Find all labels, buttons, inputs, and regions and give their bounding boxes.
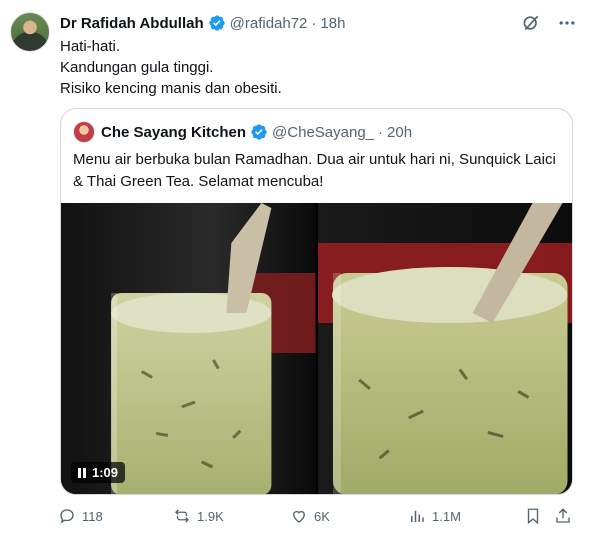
duration-label: 1:09 bbox=[92, 465, 119, 480]
tweet-line: Risiko kencing manis dan obesiti. bbox=[60, 80, 282, 97]
action-bar: 118 1.9K 6K 1.1M bbox=[58, 505, 578, 527]
repost-button[interactable]: 1.9K bbox=[173, 505, 224, 527]
tweet-line: Hati-hati. bbox=[60, 38, 121, 55]
like-count: 6K bbox=[314, 508, 330, 524]
bookmark-button[interactable] bbox=[524, 505, 542, 527]
reply-icon bbox=[60, 509, 74, 524]
separator-dot: · bbox=[378, 123, 384, 141]
quoted-avatar[interactable] bbox=[73, 121, 95, 143]
video-frame-right[interactable] bbox=[317, 203, 572, 494]
views-icon bbox=[411, 510, 424, 522]
like-icon bbox=[293, 510, 305, 523]
video-media[interactable]: 1:09 bbox=[61, 203, 572, 494]
reply-button[interactable]: 118 bbox=[58, 505, 103, 527]
quoted-tweet[interactable]: Che Sayang Kitchen @CheSayang_ · 20h Men… bbox=[60, 108, 573, 495]
tweet-header: Dr Rafidah Abdullah @rafidah72 · 18h bbox=[60, 12, 345, 34]
tweet-time[interactable]: 18h bbox=[320, 15, 345, 32]
separator-dot: · bbox=[311, 14, 317, 32]
reply-count: 118 bbox=[82, 508, 103, 524]
author-avatar[interactable] bbox=[10, 12, 50, 52]
quoted-text: Menu air berbuka bulan Ramadhan. Dua air… bbox=[73, 151, 556, 190]
quoted-author-name[interactable]: Che Sayang Kitchen bbox=[101, 124, 246, 141]
header-actions bbox=[520, 12, 578, 34]
tweet-body: Hati-hati. Kandungan gula tinggi. Risiko… bbox=[60, 36, 282, 99]
share-button[interactable] bbox=[554, 505, 572, 527]
drink-image bbox=[61, 203, 316, 494]
views-count: 1.1M bbox=[432, 508, 461, 524]
repost-count: 1.9K bbox=[197, 508, 224, 524]
share-icon bbox=[556, 508, 570, 523]
quoted-author-handle[interactable]: @CheSayang_ bbox=[272, 124, 374, 141]
like-button[interactable]: 6K bbox=[290, 505, 330, 527]
quoted-header: Che Sayang Kitchen @CheSayang_ · 20h bbox=[73, 121, 412, 143]
pause-icon[interactable] bbox=[78, 467, 86, 478]
views-button[interactable]: 1.1M bbox=[408, 505, 461, 527]
grok-icon[interactable] bbox=[520, 12, 542, 34]
author-name[interactable]: Dr Rafidah Abdullah bbox=[60, 15, 204, 32]
drink-image bbox=[317, 203, 572, 494]
tweet-line: Kandungan gula tinggi. bbox=[60, 59, 214, 76]
verified-icon bbox=[250, 123, 268, 141]
verified-icon bbox=[208, 14, 226, 32]
repost-icon bbox=[175, 509, 189, 523]
video-duration[interactable]: 1:09 bbox=[71, 462, 126, 483]
quoted-time[interactable]: 20h bbox=[387, 124, 412, 141]
bookmark-icon bbox=[527, 508, 539, 525]
more-icon[interactable] bbox=[556, 12, 578, 34]
author-handle[interactable]: @rafidah72 bbox=[230, 15, 308, 32]
video-frame-left[interactable]: 1:09 bbox=[61, 203, 316, 494]
